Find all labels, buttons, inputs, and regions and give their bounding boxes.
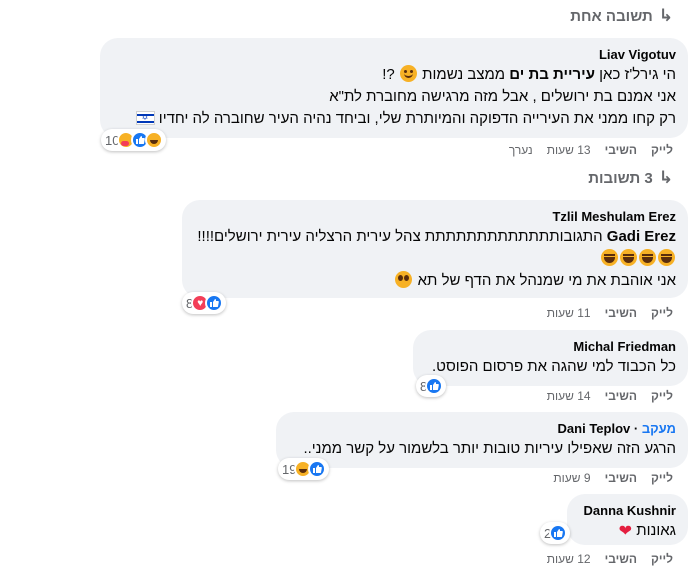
timestamp[interactable]: 13 שעות xyxy=(547,143,591,157)
reaction-summary[interactable]: 2 xyxy=(540,522,571,544)
israel-flag-icon xyxy=(135,111,155,125)
reply-button[interactable]: השיבי xyxy=(605,143,637,157)
comment-line-3: רק קחו ממני את העירייה הדפוקה והמיותרת ש… xyxy=(112,108,676,130)
pleading-face-icon xyxy=(395,271,413,288)
winking-face-icon xyxy=(399,65,417,82)
reply-button[interactable]: השיבי xyxy=(605,552,637,566)
comment-bold-text: עיריית בת ים xyxy=(509,66,595,83)
laughing-face-icon xyxy=(620,249,637,266)
comment-bubble: Liav Vigotuv הי גירל'ז כאן עיריית בת ים … xyxy=(100,38,688,138)
timestamp[interactable]: 9 שעות xyxy=(553,471,590,485)
reply-button[interactable]: השיבי xyxy=(605,306,637,320)
reply-arrow-icon: ↳ xyxy=(658,168,673,187)
separator-dot: · xyxy=(630,421,642,436)
like-button[interactable]: לייק xyxy=(651,143,673,157)
like-button[interactable]: לייק xyxy=(651,389,673,403)
reply-arrow-icon: ↳ xyxy=(658,6,673,25)
view-replies-link[interactable]: ↳ תשובה אחת xyxy=(570,6,673,26)
reply-text: הרגע הזה שאפילו עיריות טובות יותר בלשמור… xyxy=(303,440,676,457)
like-reaction-icon xyxy=(205,294,224,312)
comment-line-2: אני אמנם בת ירושלים , אבל מזה מרגישה מחו… xyxy=(329,88,676,105)
reply-text: אני אוהבת את מי שמנהל את הדף של תא xyxy=(417,272,676,289)
reply-actions: לייק השיבי 12 שעות xyxy=(547,552,673,566)
like-reaction-icon xyxy=(549,524,568,542)
haha-reaction-icon xyxy=(145,131,164,149)
laughing-face-icon xyxy=(639,249,656,266)
reply-line-3: אני אוהבת את מי שמנהל את הדף של תא xyxy=(194,270,676,292)
comment-actions: לייק השיבי 13 שעות נערך xyxy=(509,143,673,157)
reply-text: התגובותתתתתתתתתתתתת צהל עירית הרצליה עיר… xyxy=(197,228,607,245)
like-button[interactable]: לייק xyxy=(651,552,673,566)
comment-text: ממצב נשמות xyxy=(422,66,510,83)
reply-line: גאונות ❤ xyxy=(579,520,676,543)
view-3-replies-link[interactable]: ↳ 3 תשובות xyxy=(588,168,673,188)
reply-author-row: Dani Teplov · מעקב xyxy=(288,420,676,438)
follow-button[interactable]: מעקב xyxy=(642,421,676,436)
reply-emoji-line xyxy=(194,248,676,270)
like-reaction-icon xyxy=(308,460,327,478)
reply-actions: לייק השיבי 14 שעות xyxy=(547,389,673,403)
timestamp[interactable]: 11 שעות xyxy=(547,306,591,320)
like-button[interactable]: לייק xyxy=(651,306,673,320)
reaction-summary[interactable]: 8 xyxy=(416,375,447,397)
comment-author[interactable]: Liav Vigotuv xyxy=(112,46,676,64)
laughing-face-icon xyxy=(658,249,675,266)
reply-author[interactable]: Tzlil Meshulam Erez xyxy=(194,208,676,226)
reply-bubble: Tzlil Meshulam Erez Gadi Erez התגובותתתת… xyxy=(182,200,688,298)
reply-author[interactable]: Dani Teplov xyxy=(558,421,631,436)
reply-author[interactable]: Michal Friedman xyxy=(425,338,676,356)
reply-author[interactable]: Danna Kushnir xyxy=(579,502,676,520)
heart-icon: ❤ xyxy=(618,523,633,540)
timestamp[interactable]: 14 שעות xyxy=(547,389,591,403)
reply-actions: לייק השיבי 9 שעות xyxy=(553,471,673,485)
laughing-face-icon xyxy=(601,249,618,266)
comment-text: ?! xyxy=(382,66,395,83)
reaction-summary[interactable]: 19 xyxy=(278,458,330,480)
comment-text: הי גירל'ז כאן xyxy=(594,66,676,83)
reply-text: כל הכבוד למי שהגה את פרסום הפוסט. xyxy=(432,358,676,375)
reply-line-1: Gadi Erez התגובותתתתתתתתתתתתת צהל עירית … xyxy=(194,226,676,248)
reply-button[interactable]: השיבי xyxy=(605,389,637,403)
reply-button[interactable]: השיבי xyxy=(605,471,637,485)
reply-actions: לייק השיבי 11 שעות xyxy=(547,306,673,320)
reply-bubble: Danna Kushnir גאונות ❤ xyxy=(567,494,688,545)
view-replies-label: תשובה אחת xyxy=(570,7,653,25)
reply-bubble: Michal Friedman כל הכבוד למי שהגה את פרס… xyxy=(413,330,688,386)
reply-bubble: Dani Teplov · מעקב הרגע הזה שאפילו עיריו… xyxy=(276,412,688,468)
edited-label: נערך xyxy=(508,143,533,157)
reaction-summary[interactable]: 10 xyxy=(101,129,167,151)
timestamp[interactable]: 12 שעות xyxy=(547,552,591,566)
like-reaction-icon xyxy=(425,377,444,395)
mention-link[interactable]: Gadi Erez xyxy=(607,228,676,245)
reply-text: גאונות xyxy=(636,522,676,539)
replies-toggle-label: 3 תשובות xyxy=(588,169,653,187)
comment-text: רק קחו ממני את העירייה הדפוקה והמיותרת ש… xyxy=(158,110,676,127)
comment-line-1: הי גירל'ז כאן עיריית בת ים ממצב נשמות ?! xyxy=(112,64,676,86)
like-button[interactable]: לייק xyxy=(651,471,673,485)
reaction-summary[interactable]: 8 ♥ xyxy=(182,292,227,314)
